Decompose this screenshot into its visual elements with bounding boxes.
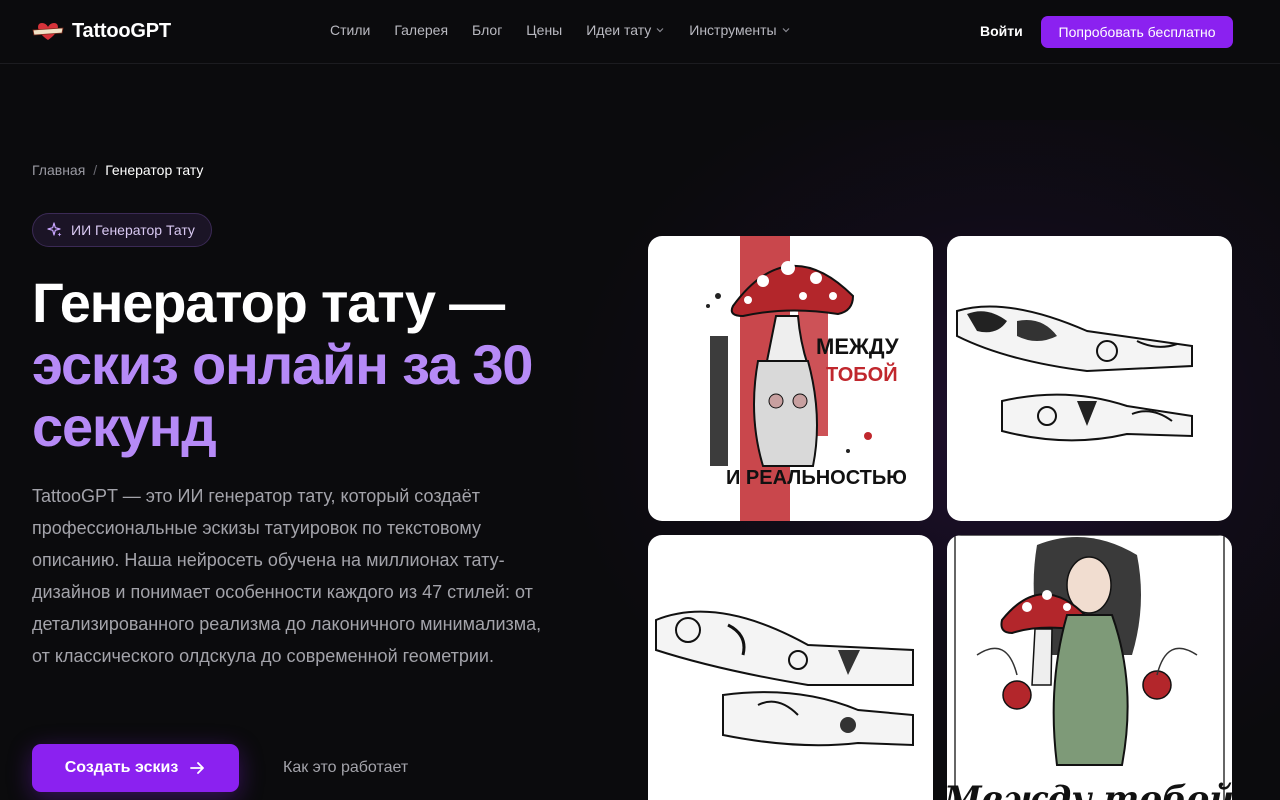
- nav-label: Цены: [526, 22, 563, 38]
- nav-label: Галерея: [394, 22, 449, 38]
- tattoo-art: [956, 305, 1193, 442]
- nav-item-styles[interactable]: Стили: [330, 22, 370, 38]
- hero-description: TattooGPT — это ИИ генератор тату, котор…: [32, 486, 542, 666]
- sparkles-icon: [47, 222, 62, 237]
- gallery-image-sleeve-2[interactable]: [648, 535, 933, 800]
- nav-item-tattoo-ideas[interactable]: Идеи тату: [586, 22, 665, 38]
- logo-text: TattooGPT: [72, 19, 171, 42]
- tattoo-art: [655, 610, 914, 747]
- card-text: И РЕАЛЬНОСТЬЮ: [726, 467, 907, 489]
- top-navbar: TattooGPT Стили Галерея Блог Цены Идеи т…: [0, 0, 1280, 64]
- logo[interactable]: TattooGPT: [32, 19, 171, 43]
- gallery-image-mushroom-woman[interactable]: МЕЖДУ ТОБОЙ И РЕАЛЬНОСТЬЮ: [648, 236, 933, 521]
- breadcrumb-home[interactable]: Главная: [32, 162, 85, 178]
- card-text: ТОБОЙ: [826, 362, 898, 386]
- card-text: МЕЖДУ: [816, 334, 899, 359]
- how-it-works-link[interactable]: Как это работает: [283, 759, 408, 777]
- heart-banner-icon: [32, 23, 64, 40]
- nav-item-blog[interactable]: Блог: [472, 22, 502, 38]
- breadcrumb: Главная / Генератор тату: [32, 162, 203, 178]
- nav-item-tools[interactable]: Инструменты: [689, 22, 790, 38]
- tattoo-art: МЕЖДУ ТОБОЙ И РЕАЛЬНОСТЬЮ: [706, 236, 907, 521]
- breadcrumb-current: Генератор тату: [105, 162, 204, 178]
- nav-item-pricing[interactable]: Цены: [526, 22, 562, 38]
- try-free-button[interactable]: Попробовать бесплатно: [1041, 16, 1233, 48]
- gallery-image-sleeve-1[interactable]: [947, 236, 1232, 521]
- nav-item-gallery[interactable]: Галерея: [394, 22, 448, 38]
- nav-label: Инструменты: [689, 22, 777, 38]
- chevron-down-icon: [782, 28, 789, 33]
- title-accent: эскиз онлайн за 30 секунд: [32, 333, 533, 458]
- nav-label: Блог: [472, 22, 503, 38]
- tattoo-art: Между тобой: [947, 535, 1232, 800]
- main-nav: Стили Галерея Блог Цены Идеи тату Инстру…: [330, 22, 791, 38]
- arrow-right-icon: [190, 762, 205, 774]
- login-link[interactable]: Войти: [980, 23, 1023, 39]
- nav-label: Стили: [330, 22, 371, 38]
- create-sketch-button[interactable]: Создать эскиз: [32, 744, 239, 792]
- nav-label: Идеи тату: [586, 22, 652, 38]
- chevron-down-icon: [656, 28, 664, 33]
- breadcrumb-separator: /: [93, 162, 98, 178]
- gallery-image-mushroom-girl[interactable]: Между тобой: [947, 535, 1232, 800]
- create-sketch-label: Создать эскиз: [64, 759, 179, 776]
- hero-badge: ИИ Генератор Тату: [32, 213, 212, 247]
- title-line: Генератор тату —: [32, 271, 505, 334]
- page-title: Генератор тату — эскиз онлайн за 30 секу…: [32, 272, 592, 458]
- card-text: Между тобой: [947, 779, 1232, 800]
- badge-label: ИИ Генератор Тату: [71, 222, 195, 238]
